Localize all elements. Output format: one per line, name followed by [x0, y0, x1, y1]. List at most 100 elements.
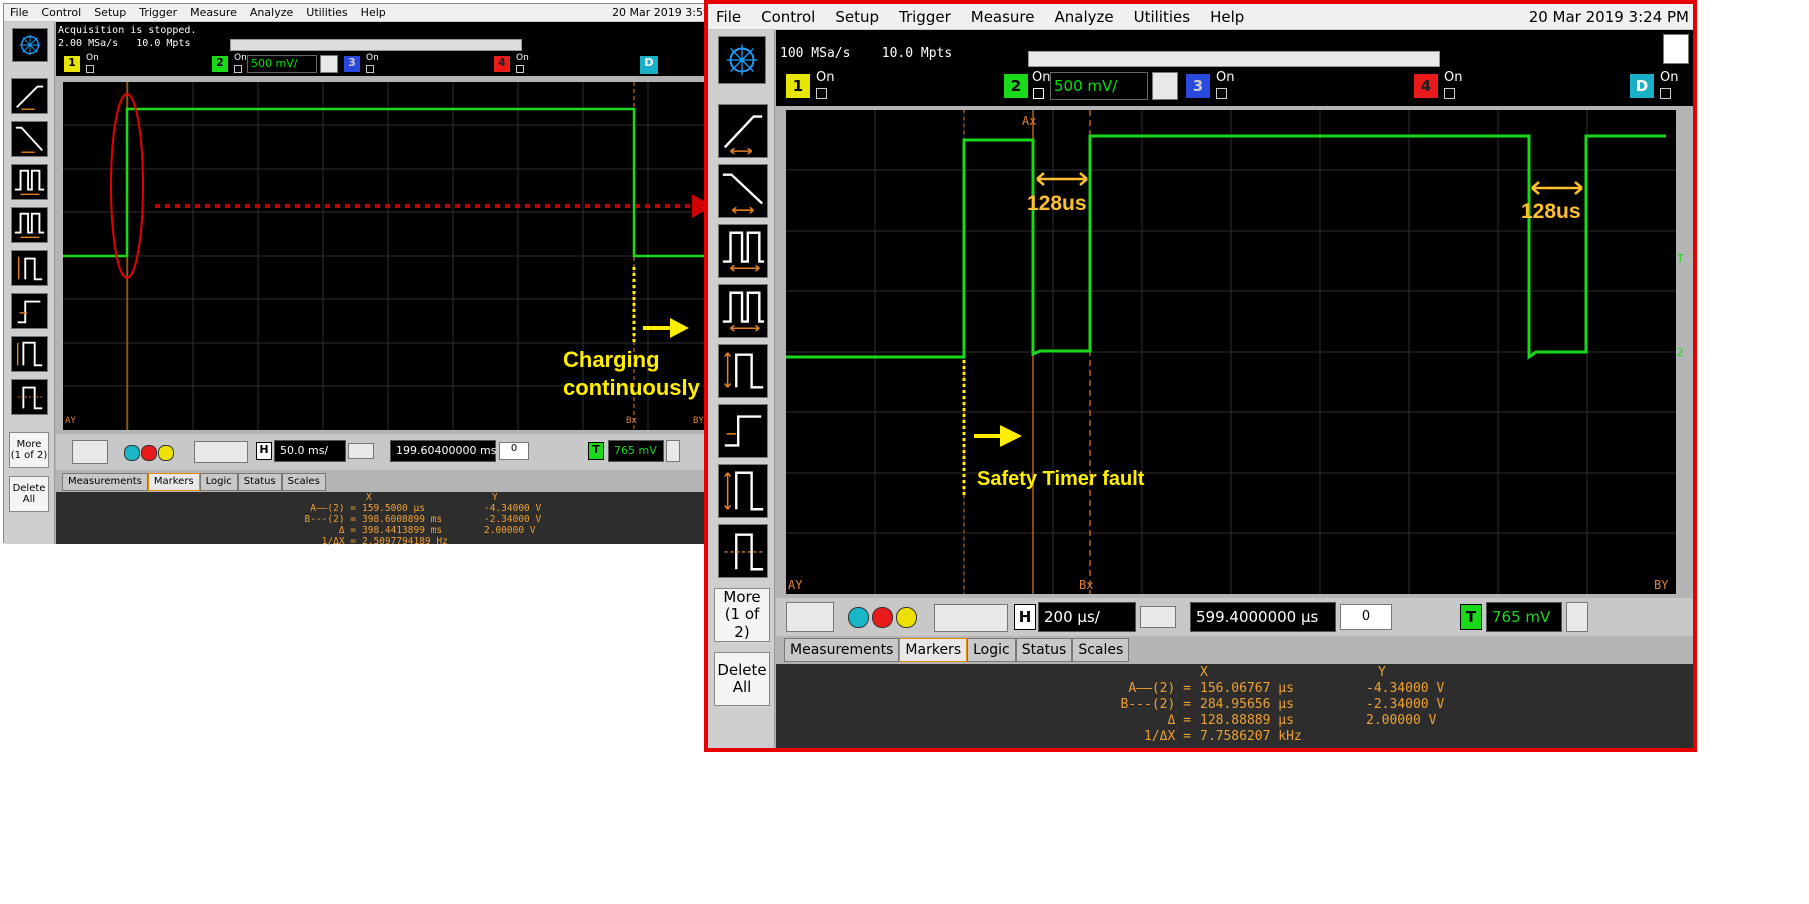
menu-setup[interactable]: Setup — [835, 8, 879, 26]
menu-trigger[interactable]: Trigger — [139, 6, 177, 19]
left-delay-step[interactable]: 0 — [499, 442, 529, 460]
ch3-label[interactable]: 3 — [1186, 74, 1210, 98]
pulse-width-ratio-icon[interactable] — [11, 207, 48, 243]
right-color-buttons[interactable] — [848, 606, 928, 628]
tab-logic[interactable]: Logic — [199, 473, 238, 491]
right-marker-ax-label: Ax — [1022, 114, 1037, 128]
right-run-controls[interactable] — [786, 602, 834, 632]
delete-all-button[interactable]: Delete All — [714, 652, 770, 706]
tab-measurements[interactable]: Measurements — [62, 473, 148, 491]
menu-utilities[interactable]: Utilities — [1134, 8, 1190, 26]
ch4-label[interactable]: 4 — [1414, 74, 1438, 98]
right-timebase-mode[interactable] — [1140, 606, 1176, 628]
left-timebase-field[interactable]: 50.0 ms/ — [274, 440, 346, 462]
ch3-label[interactable]: 3 — [344, 56, 360, 72]
keysight-logo-icon[interactable] — [718, 36, 766, 84]
ch3-checkbox[interactable] — [366, 65, 374, 73]
right-display-buttons[interactable] — [934, 604, 1008, 632]
menu-file[interactable]: File — [10, 6, 28, 19]
tab-logic[interactable]: Logic — [967, 638, 1016, 662]
menu-analyze[interactable]: Analyze — [250, 6, 293, 19]
left-color-buttons[interactable] — [124, 444, 184, 461]
left-menu-bar: File Control Setup Trigger Measure Analy… — [4, 4, 710, 22]
right-waveform-display[interactable]: Ax AY Bx BY 128us 128us Safety Timer fau… — [786, 110, 1676, 594]
menu-control[interactable]: Control — [761, 8, 815, 26]
ch1-checkbox[interactable] — [86, 65, 94, 73]
right-delay-step[interactable]: 0 — [1340, 604, 1392, 630]
ch3-checkbox[interactable] — [1216, 88, 1227, 99]
right-trigger-level-field[interactable]: 765 mV — [1486, 602, 1562, 632]
tab-scales[interactable]: Scales — [281, 473, 326, 491]
ch4-checkbox[interactable] — [516, 65, 524, 73]
ch1-checkbox[interactable] — [816, 88, 827, 99]
positive-pulse-icon[interactable] — [718, 464, 768, 518]
right-timebase-field[interactable]: 200 µs/ — [1038, 602, 1136, 632]
keysight-logo-icon[interactable] — [12, 28, 48, 62]
setup-time-icon[interactable] — [11, 250, 48, 286]
rising-edge-icon[interactable] — [718, 104, 768, 158]
left-timebase-mode[interactable] — [348, 443, 374, 459]
menu-setup[interactable]: Setup — [94, 6, 126, 19]
ch2-label[interactable]: 2 — [1004, 74, 1028, 98]
pulse-width-icon[interactable] — [11, 164, 48, 200]
right-trigger-level-spinner[interactable] — [1566, 602, 1588, 632]
menu-help[interactable]: Help — [361, 6, 386, 19]
tab-scales[interactable]: Scales — [1072, 638, 1130, 662]
ch2-checkbox[interactable] — [234, 65, 242, 73]
positive-pulse-icon[interactable] — [11, 336, 48, 372]
threshold-pulse-icon[interactable] — [11, 379, 48, 415]
falling-edge-icon[interactable] — [11, 121, 48, 157]
menu-measure[interactable]: Measure — [971, 8, 1035, 26]
ch2-scale-field[interactable]: 500 mV/ — [247, 55, 317, 73]
ch2-label[interactable]: 2 — [212, 56, 228, 72]
tab-status[interactable]: Status — [237, 473, 282, 491]
menu-analyze[interactable]: Analyze — [1055, 8, 1114, 26]
falling-edge-icon[interactable] — [718, 164, 768, 218]
tab-measurements[interactable]: Measurements — [784, 638, 900, 662]
menu-trigger[interactable]: Trigger — [899, 8, 951, 26]
marker-row-x: 398.6008899 ms — [362, 514, 443, 525]
right-ch2-trace — [786, 134, 1666, 360]
threshold-pulse-icon[interactable] — [718, 524, 768, 578]
pulse-width-ratio-icon[interactable] — [718, 284, 768, 338]
tab-markers[interactable]: Markers — [147, 473, 200, 491]
digital-on-label: On — [1660, 70, 1679, 85]
ch2-coupling-button[interactable] — [320, 55, 338, 73]
left-trigger-level-field[interactable]: 765 mV — [608, 440, 664, 462]
rise-time-icon[interactable] — [11, 293, 48, 329]
more-button[interactable]: More (1 of 2) — [714, 588, 770, 642]
digital-channel-label[interactable]: D — [1630, 74, 1654, 98]
digital-checkbox[interactable] — [1660, 88, 1671, 99]
ch4-label[interactable]: 4 — [494, 56, 510, 72]
tab-markers[interactable]: Markers — [899, 638, 968, 662]
ch2-checkbox[interactable] — [1033, 88, 1044, 99]
ch4-checkbox[interactable] — [1444, 88, 1455, 99]
menu-measure[interactable]: Measure — [190, 6, 237, 19]
ch2-scale-field[interactable]: 500 mV/ — [1050, 72, 1148, 100]
right-menu-bar: File Control Setup Trigger Measure Analy… — [708, 4, 1693, 30]
right-scope-window: File Control Setup Trigger Measure Analy… — [704, 0, 1697, 752]
left-trigger-level-spinner[interactable] — [666, 440, 680, 462]
ch2-coupling-button[interactable] — [1152, 72, 1178, 100]
rising-edge-icon[interactable] — [11, 78, 48, 114]
right-delay-field[interactable]: 599.4000000 µs — [1190, 602, 1336, 632]
delete-all-button[interactable]: Delete All — [9, 476, 49, 512]
left-delay-field[interactable]: 199.60400000 ms — [390, 440, 496, 462]
setup-time-icon[interactable] — [718, 344, 768, 398]
pulse-width-icon[interactable] — [718, 224, 768, 278]
more-button[interactable]: More (1 of 2) — [9, 432, 49, 468]
ch1-label[interactable]: 1 — [786, 74, 810, 98]
menu-control[interactable]: Control — [41, 6, 81, 19]
left-display-buttons[interactable] — [194, 441, 248, 463]
menu-file[interactable]: File — [716, 8, 741, 26]
left-run-controls[interactable] — [72, 440, 108, 464]
menu-utilities[interactable]: Utilities — [306, 6, 347, 19]
left-waveform-display[interactable]: AY Bx BY Charging continuously — [63, 82, 712, 430]
right-date-time: 20 Mar 2019 3:24 PM — [1528, 7, 1689, 26]
right-minimize-button[interactable] — [1663, 34, 1689, 64]
menu-help[interactable]: Help — [1210, 8, 1244, 26]
ch1-label[interactable]: 1 — [64, 56, 80, 72]
rise-time-icon[interactable] — [718, 404, 768, 458]
tab-status[interactable]: Status — [1015, 638, 1073, 662]
digital-channel-label[interactable]: D — [640, 56, 658, 74]
